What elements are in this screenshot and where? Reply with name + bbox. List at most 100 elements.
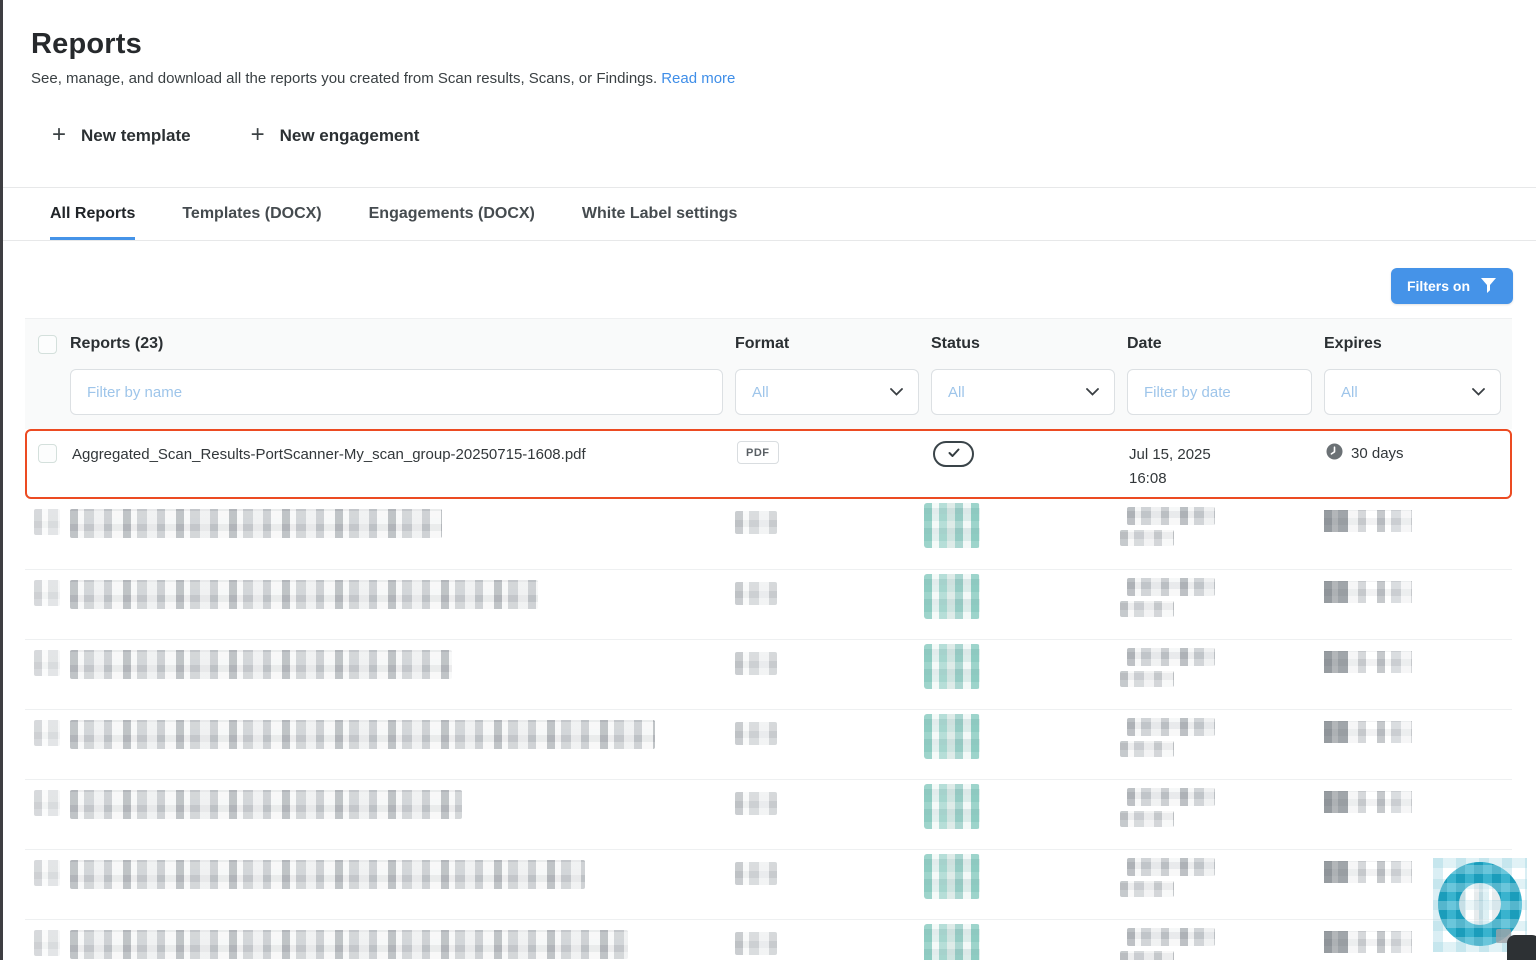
page-header: Reports See, manage, and download all th… bbox=[0, 0, 1536, 188]
status-filter-value: All bbox=[948, 384, 965, 401]
table-row-redacted[interactable] bbox=[25, 779, 1512, 849]
redacted-expires bbox=[1324, 791, 1412, 813]
column-format: Format bbox=[735, 333, 931, 353]
table-header: Reports (23) Format Status Date Expires … bbox=[25, 318, 1512, 429]
plus-icon: + bbox=[52, 123, 66, 147]
format-filter-value: All bbox=[752, 384, 769, 401]
redacted-checkbox[interactable] bbox=[34, 790, 60, 816]
report-date-line1: Jul 15, 2025 bbox=[1129, 443, 1326, 467]
redacted-format-badge bbox=[735, 511, 777, 534]
chevron-down-icon bbox=[1086, 383, 1099, 401]
redacted-format-badge bbox=[735, 792, 777, 815]
report-expires: 30 days bbox=[1326, 443, 1510, 464]
status-filter-select[interactable]: All bbox=[931, 369, 1115, 415]
redacted-time bbox=[1120, 601, 1174, 617]
subtitle-text: See, manage, and download all the report… bbox=[31, 70, 657, 87]
row-checkbox[interactable] bbox=[38, 444, 57, 463]
redacted-status-badge bbox=[924, 574, 980, 619]
table-row-redacted[interactable] bbox=[25, 639, 1512, 709]
table-row-redacted[interactable] bbox=[25, 919, 1512, 960]
tab-white-label-settings[interactable]: White Label settings bbox=[582, 188, 738, 240]
report-file-name[interactable]: Aggregated_Scan_Results-PortScanner-My_s… bbox=[72, 446, 737, 497]
column-date: Date bbox=[1127, 333, 1324, 353]
read-more-link[interactable]: Read more bbox=[661, 70, 735, 87]
redacted-file-name bbox=[70, 650, 452, 679]
redacted-checkbox[interactable] bbox=[34, 509, 60, 535]
column-status: Status bbox=[931, 333, 1127, 353]
filter-by-date-input[interactable] bbox=[1127, 369, 1312, 415]
redacted-file-name bbox=[70, 580, 538, 609]
redacted-time bbox=[1120, 530, 1174, 546]
format-filter-select[interactable]: All bbox=[735, 369, 919, 415]
status-completed-badge bbox=[933, 441, 974, 467]
redacted-checkbox[interactable] bbox=[34, 860, 60, 886]
redacted-date bbox=[1127, 858, 1215, 876]
page-title: Reports bbox=[31, 28, 1536, 61]
redacted-date bbox=[1127, 928, 1215, 946]
format-badge: PDF bbox=[737, 441, 779, 464]
clock-icon bbox=[1326, 443, 1343, 464]
chevron-down-icon bbox=[1472, 383, 1485, 401]
tab-all-reports[interactable]: All Reports bbox=[50, 188, 135, 240]
redacted-checkbox[interactable] bbox=[34, 580, 60, 606]
tab-bar: All Reports Templates (DOCX) Engagements… bbox=[0, 188, 1536, 241]
new-engagement-label: New engagement bbox=[280, 126, 420, 146]
redacted-date bbox=[1127, 718, 1215, 736]
redacted-format-badge bbox=[735, 652, 777, 675]
redacted-status-badge bbox=[924, 784, 980, 829]
redacted-date bbox=[1127, 578, 1215, 596]
redacted-file-name bbox=[70, 930, 628, 959]
report-date-line2: 16:08 bbox=[1129, 467, 1326, 491]
redacted-file-name bbox=[70, 790, 462, 819]
funnel-icon bbox=[1480, 277, 1497, 296]
tab-templates-docx[interactable]: Templates (DOCX) bbox=[182, 188, 321, 240]
redacted-checkbox[interactable] bbox=[34, 720, 60, 746]
chevron-down-icon bbox=[890, 383, 903, 401]
plus-icon: + bbox=[251, 123, 265, 147]
redacted-status-badge bbox=[924, 924, 980, 960]
redacted-status-badge bbox=[924, 503, 980, 548]
corner-widget bbox=[1507, 935, 1536, 960]
table-row-redacted[interactable] bbox=[25, 709, 1512, 779]
redacted-checkbox[interactable] bbox=[34, 650, 60, 676]
filters-on-button[interactable]: Filters on bbox=[1391, 268, 1513, 304]
table-toolbar: Filters on bbox=[0, 241, 1536, 318]
redacted-format-badge bbox=[735, 862, 777, 885]
redacted-time bbox=[1120, 741, 1174, 757]
redacted-expires bbox=[1324, 651, 1412, 673]
redacted-expires bbox=[1324, 721, 1412, 743]
tab-engagements-docx[interactable]: Engagements (DOCX) bbox=[369, 188, 535, 240]
redacted-expires bbox=[1324, 861, 1412, 883]
redacted-format-badge bbox=[735, 582, 777, 605]
redacted-expires bbox=[1324, 931, 1412, 953]
redacted-date bbox=[1127, 507, 1215, 525]
expires-label: 30 days bbox=[1351, 445, 1404, 462]
redacted-checkbox[interactable] bbox=[34, 930, 60, 956]
new-template-button[interactable]: + New template bbox=[52, 124, 191, 148]
redacted-time bbox=[1120, 811, 1174, 827]
expires-filter-select[interactable]: All bbox=[1324, 369, 1501, 415]
redacted-file-name bbox=[70, 860, 585, 889]
redacted-expires bbox=[1324, 510, 1412, 532]
page-subtitle: See, manage, and download all the report… bbox=[31, 70, 1536, 87]
expires-filter-value: All bbox=[1341, 384, 1358, 401]
table-row-highlighted[interactable]: Aggregated_Scan_Results-PortScanner-My_s… bbox=[25, 429, 1512, 499]
table-row-redacted[interactable] bbox=[25, 849, 1512, 919]
select-all-checkbox[interactable] bbox=[38, 335, 57, 354]
new-template-label: New template bbox=[81, 126, 191, 146]
new-engagement-button[interactable]: + New engagement bbox=[251, 124, 420, 148]
redacted-file-name bbox=[70, 509, 442, 538]
column-reports: Reports (23) bbox=[70, 333, 735, 353]
redacted-status-badge bbox=[924, 854, 980, 899]
column-expires: Expires bbox=[1324, 333, 1512, 353]
redacted-time bbox=[1120, 951, 1174, 960]
redacted-expires bbox=[1324, 581, 1412, 603]
redacted-format-badge bbox=[735, 932, 777, 955]
filter-by-name-input[interactable] bbox=[70, 369, 723, 415]
table-row-redacted[interactable] bbox=[25, 499, 1512, 569]
filters-on-label: Filters on bbox=[1407, 278, 1470, 294]
reports-page: Reports See, manage, and download all th… bbox=[0, 0, 1536, 960]
redacted-date bbox=[1127, 648, 1215, 666]
table-row-redacted[interactable] bbox=[25, 569, 1512, 639]
redacted-file-name bbox=[70, 720, 655, 749]
